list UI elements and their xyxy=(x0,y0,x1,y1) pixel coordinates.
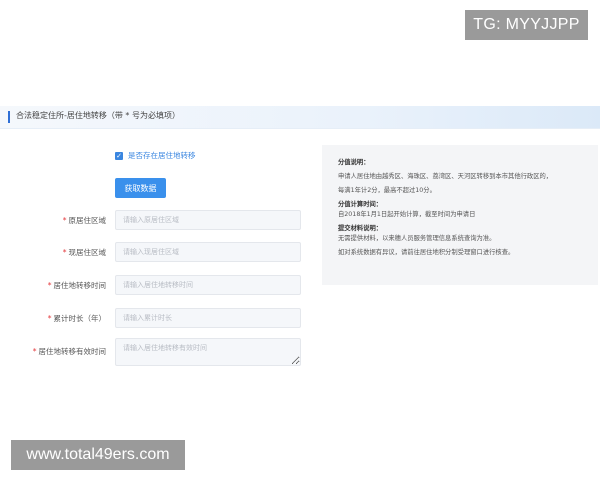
relocation-checkbox-row[interactable]: ✓ 是否存在居住地转移 xyxy=(115,150,196,161)
current-area-label: * 现居住区域 xyxy=(63,247,106,258)
required-marker: * xyxy=(47,314,52,323)
score-line-2: 每满1年计2分，最高不超过10分。 xyxy=(338,187,436,194)
calc-heading: 分值计算时间： xyxy=(338,201,383,208)
duration-label-text: 累计时长（年） xyxy=(53,314,107,323)
section-accent-bar xyxy=(8,111,10,123)
fetch-data-button[interactable]: 获取数据 xyxy=(115,178,166,198)
watermark-bottom: www.total49ers.com xyxy=(11,440,185,470)
watermark-bottom-text: www.total49ers.com xyxy=(26,446,170,463)
material-line: 无需提供材料，以来穗人员服务管理信息系统查询为准。 xyxy=(338,235,496,242)
watermark-top-text: TG: MYYJJPP xyxy=(473,16,580,33)
material-heading: 提交材料说明： xyxy=(338,225,383,232)
relocation-checkbox[interactable]: ✓ xyxy=(115,151,123,160)
valid-time-label: * 居住地转移有效时间 xyxy=(33,346,106,357)
duration-input[interactable] xyxy=(115,308,301,328)
required-marker: * xyxy=(47,281,52,290)
transfer-time-label: * 居住地转移时间 xyxy=(48,280,106,291)
valid-time-textarea[interactable] xyxy=(115,338,301,366)
valid-time-label-text: 居住地转移有效时间 xyxy=(38,347,107,356)
fetch-data-label: 获取数据 xyxy=(124,183,157,193)
section-title: 合法稳定住所-居住地转移（带 * 号为必填项） xyxy=(16,111,180,120)
original-area-input[interactable] xyxy=(115,210,301,230)
calc-line: 自2018年1月1日起开始计算，截至时间为申请日 xyxy=(338,211,476,218)
required-marker: * xyxy=(32,347,37,356)
current-area-input[interactable] xyxy=(115,242,301,262)
required-marker: * xyxy=(62,248,67,257)
score-heading: 分值说明： xyxy=(338,159,370,166)
original-area-label-text: 原居住区域 xyxy=(68,216,107,225)
score-line-1: 申请人居住地由越秀区、海珠区、荔湾区、天河区转移到本市其他行政区的， xyxy=(338,173,553,180)
duration-label: * 累计时长（年） xyxy=(48,313,106,324)
transfer-time-input[interactable] xyxy=(115,275,301,295)
relocation-checkbox-label[interactable]: 是否存在居住地转移 xyxy=(128,150,196,161)
required-marker: * xyxy=(62,216,67,225)
watermark-top: TG: MYYJJPP xyxy=(465,10,588,40)
current-area-label-text: 现居住区域 xyxy=(68,248,107,257)
section-header: 合法稳定住所-居住地转移（带 * 号为必填项） xyxy=(0,106,600,129)
original-area-label: * 原居住区域 xyxy=(63,215,106,226)
info-panel: 分值说明： 申请人居住地由越秀区、海珠区、荔湾区、天河区转移到本市其他行政区的，… xyxy=(322,145,598,285)
transfer-time-label-text: 居住地转移时间 xyxy=(53,281,107,290)
objection-line: 如对系统数据有异议，请前往居住地积分制受理窗口进行核查。 xyxy=(338,249,515,256)
